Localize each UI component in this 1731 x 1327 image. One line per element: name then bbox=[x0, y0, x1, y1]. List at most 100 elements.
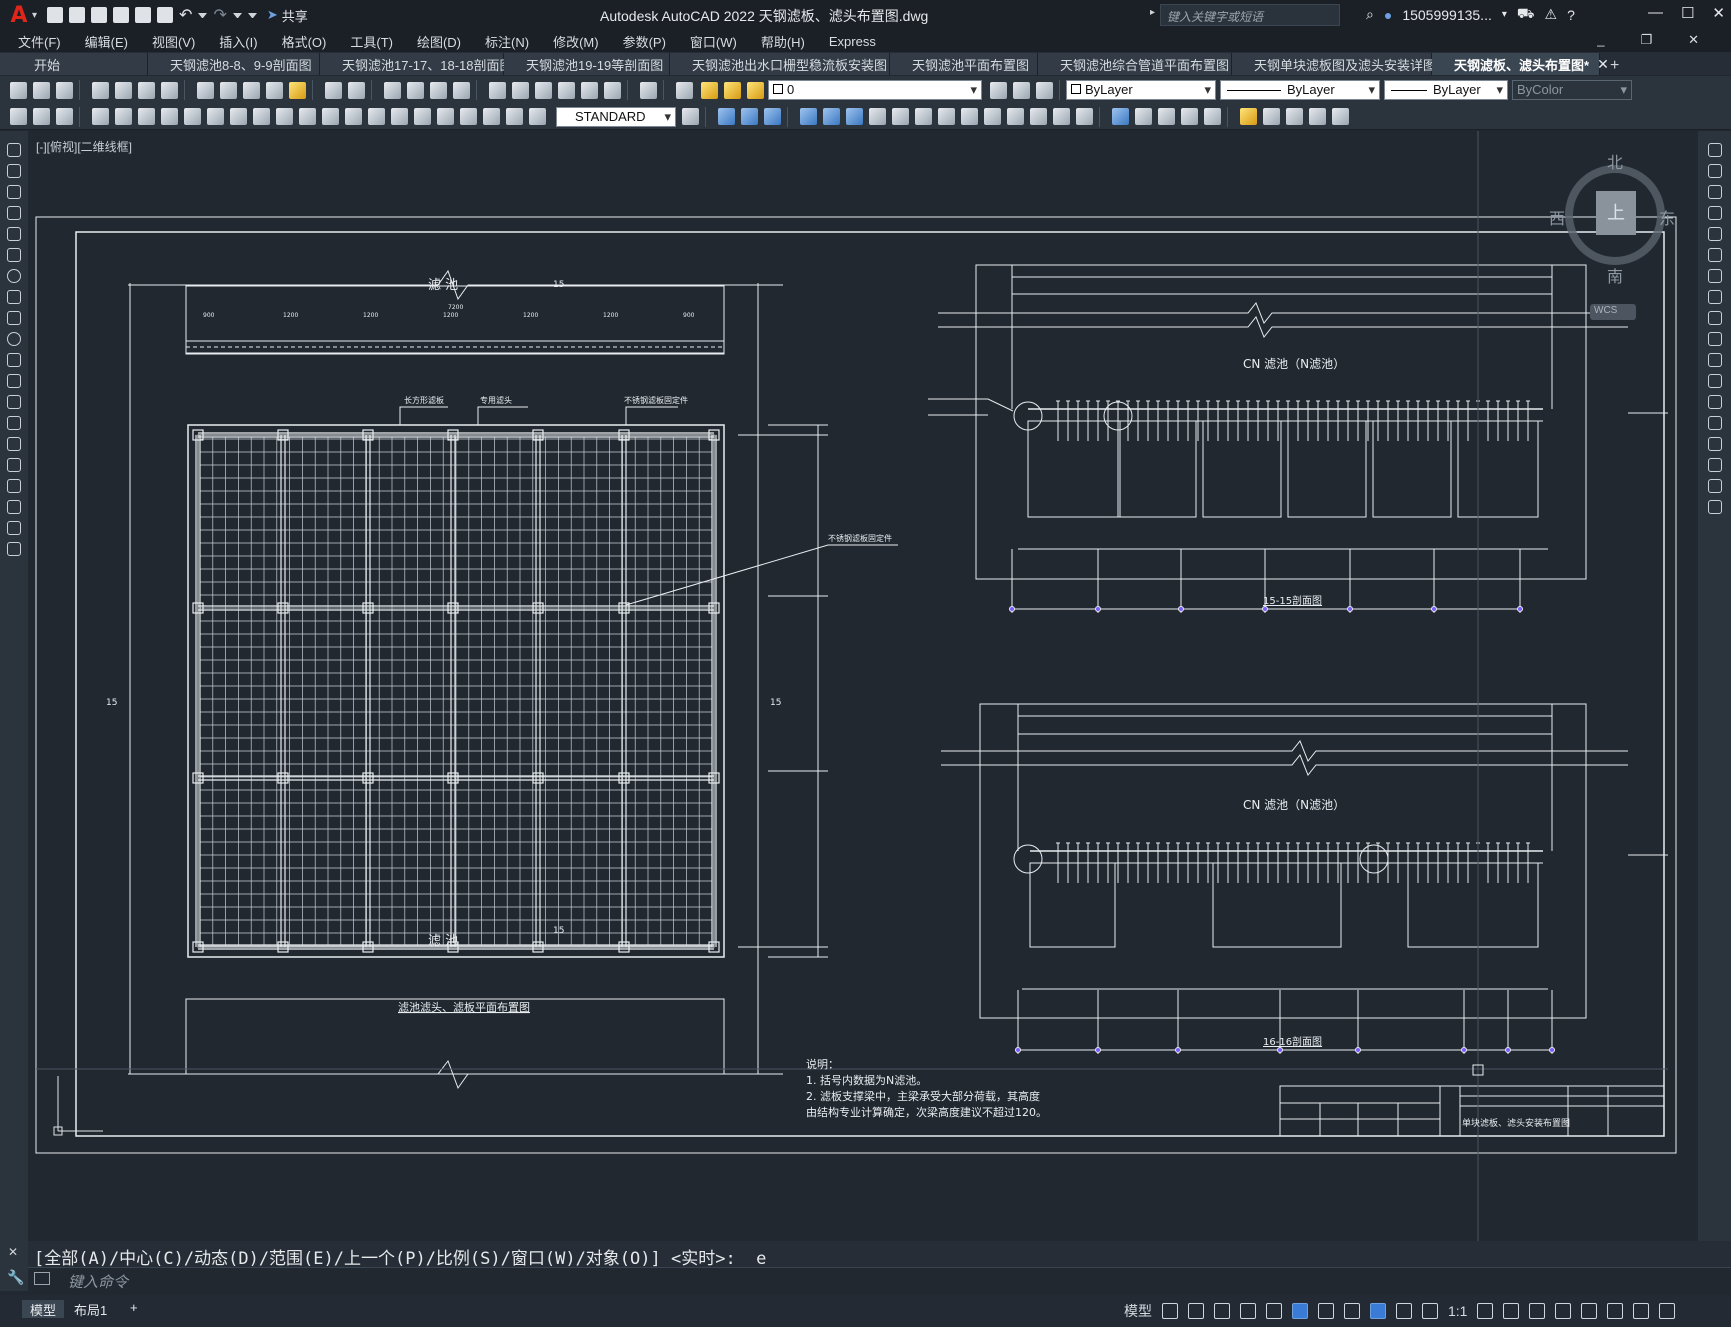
help-icon[interactable] bbox=[640, 81, 657, 99]
paste-icon[interactable] bbox=[243, 81, 260, 99]
insert-block-icon[interactable] bbox=[7, 374, 21, 388]
save-icon[interactable] bbox=[91, 7, 108, 23]
open-file-icon[interactable] bbox=[69, 7, 86, 23]
ordinate-dim-icon[interactable] bbox=[161, 108, 178, 125]
properties-icon[interactable] bbox=[489, 81, 506, 99]
fillet-icon[interactable] bbox=[1707, 458, 1722, 472]
publish-icon[interactable] bbox=[138, 81, 155, 99]
zoom-previous-icon[interactable] bbox=[453, 81, 470, 99]
plot-icon[interactable] bbox=[157, 7, 174, 23]
aligned-dim-icon[interactable] bbox=[115, 108, 132, 125]
pan-icon[interactable] bbox=[384, 81, 401, 99]
selection-cycling-icon[interactable] bbox=[1370, 1303, 1386, 1319]
menu-draw[interactable]: 绘图(D) bbox=[417, 32, 461, 51]
undo-icon[interactable]: ↶ bbox=[179, 5, 192, 25]
annotation-monitor-icon[interactable] bbox=[1503, 1303, 1520, 1319]
viewport-controls-label[interactable]: [-][俯视][二维线框] bbox=[36, 138, 132, 155]
3d-print-icon[interactable] bbox=[161, 81, 178, 99]
model-space-label[interactable]: 模型 bbox=[1124, 1301, 1152, 1321]
tab-drawing-active[interactable]: 天钢滤板、滤头布置图* ✕ bbox=[1432, 53, 1609, 75]
menu-edit[interactable]: 编辑(E) bbox=[85, 32, 128, 51]
units-icon[interactable] bbox=[1529, 1303, 1546, 1319]
copy-icon[interactable] bbox=[220, 81, 237, 99]
plot-preview-icon[interactable] bbox=[115, 81, 132, 99]
viewcube-south[interactable]: 南 bbox=[1607, 263, 1623, 287]
tab-layout1[interactable]: 布局1 bbox=[66, 1300, 115, 1318]
z-axis-ucs-icon[interactable] bbox=[961, 108, 978, 125]
app-menu-chevron-icon[interactable]: ▾ bbox=[32, 10, 37, 21]
line-icon[interactable] bbox=[7, 143, 21, 157]
minimize-button[interactable]: — bbox=[1648, 4, 1663, 22]
break-icon[interactable] bbox=[1707, 395, 1722, 409]
layer-state-icon[interactable] bbox=[1036, 81, 1053, 99]
radius-dim-icon[interactable] bbox=[184, 108, 201, 125]
layer-properties-icon[interactable] bbox=[676, 81, 693, 99]
close-button[interactable]: ✕ bbox=[1712, 4, 1725, 22]
layer-on-icon[interactable] bbox=[701, 81, 718, 99]
viewcube[interactable]: 上 北 南 东 西 bbox=[1549, 155, 1675, 286]
continue-dim-icon[interactable] bbox=[322, 108, 339, 125]
help-search-input[interactable]: 键入关键字或短语 bbox=[1160, 4, 1340, 26]
jogged-linear-icon[interactable] bbox=[460, 108, 477, 125]
open-icon[interactable] bbox=[33, 81, 50, 99]
cut-icon[interactable] bbox=[197, 81, 214, 99]
wcs-menu[interactable]: WCS bbox=[1590, 304, 1636, 320]
ortho-icon[interactable] bbox=[1214, 1303, 1230, 1319]
point-icon[interactable] bbox=[7, 416, 21, 430]
tool-palettes-icon[interactable] bbox=[535, 81, 552, 99]
command-input[interactable]: 键入命令 bbox=[28, 1267, 1731, 1291]
dimstyle-dropdown[interactable]: STANDARD bbox=[556, 106, 676, 127]
linetype-dropdown[interactable]: ByLayer bbox=[1220, 80, 1380, 100]
hardware-acceleration-icon[interactable] bbox=[1607, 1303, 1624, 1319]
auto-scale-icon[interactable] bbox=[1422, 1303, 1438, 1319]
dim-update-icon[interactable] bbox=[529, 108, 546, 125]
baseline-dim-icon[interactable] bbox=[299, 108, 316, 125]
circle-icon[interactable] bbox=[7, 269, 21, 283]
layer-lock-icon[interactable] bbox=[747, 81, 764, 99]
doc-minimize-icon[interactable]: _ bbox=[1597, 32, 1604, 48]
xclip-icon[interactable] bbox=[1309, 108, 1326, 125]
help-icon[interactable]: ? bbox=[1567, 7, 1575, 23]
join-icon[interactable] bbox=[1707, 416, 1722, 430]
copy-object-icon[interactable] bbox=[1707, 164, 1722, 178]
tab-drawing[interactable]: 天钢单块滤板图及滤头安装详图✕ bbox=[1232, 53, 1456, 75]
trim-icon[interactable] bbox=[1707, 332, 1722, 346]
menu-view[interactable]: 视图(V) bbox=[152, 32, 195, 51]
open-web-icon[interactable] bbox=[135, 7, 152, 23]
group-edit-icon[interactable] bbox=[764, 108, 781, 125]
viewport-scale-icon[interactable] bbox=[1181, 108, 1198, 125]
region-icon[interactable] bbox=[7, 479, 21, 493]
design-center-icon[interactable] bbox=[512, 81, 529, 99]
lineweight-dropdown[interactable]: ByLayer bbox=[1384, 80, 1508, 100]
move-icon[interactable] bbox=[1707, 248, 1722, 262]
search-icon[interactable]: ⌕ bbox=[1366, 6, 1374, 23]
ucs-previous-icon[interactable] bbox=[846, 108, 863, 125]
annotation-scale[interactable]: 1:1 bbox=[1448, 1303, 1467, 1319]
insert-block-icon[interactable] bbox=[1240, 108, 1257, 125]
ellipse-arc-icon[interactable] bbox=[7, 353, 21, 367]
tab-drawing[interactable]: 天钢滤池8-8、9-9剖面图✕ bbox=[148, 53, 331, 75]
center-mark-icon[interactable] bbox=[414, 108, 431, 125]
stretch-icon[interactable] bbox=[1707, 311, 1722, 325]
y-ucs-icon[interactable] bbox=[1030, 108, 1047, 125]
zoom-window-icon[interactable] bbox=[430, 81, 447, 99]
dim-edit-icon[interactable] bbox=[483, 108, 500, 125]
measure-icon[interactable] bbox=[33, 108, 50, 125]
polygon-icon[interactable] bbox=[7, 206, 21, 220]
array-icon[interactable] bbox=[1707, 227, 1722, 241]
arc-icon[interactable] bbox=[7, 248, 21, 262]
quick-properties-icon[interactable] bbox=[1555, 1303, 1572, 1319]
attach-pdf-icon[interactable] bbox=[1332, 108, 1349, 125]
dim-text-edit-icon[interactable] bbox=[506, 108, 523, 125]
plot-icon[interactable] bbox=[92, 81, 109, 99]
viewport-icon[interactable] bbox=[1135, 108, 1152, 125]
rectangle-icon[interactable] bbox=[7, 227, 21, 241]
viewport-clip-icon[interactable] bbox=[1158, 108, 1175, 125]
convert-viewport-icon[interactable] bbox=[1204, 108, 1221, 125]
add-layout-button[interactable]: + bbox=[122, 1300, 146, 1318]
workspace-gear-icon[interactable] bbox=[1477, 1303, 1494, 1319]
new-icon[interactable] bbox=[10, 81, 27, 99]
arc-length-icon[interactable] bbox=[138, 108, 155, 125]
match-properties-icon[interactable] bbox=[266, 81, 283, 99]
annotation-visibility-icon[interactable] bbox=[1396, 1303, 1412, 1319]
